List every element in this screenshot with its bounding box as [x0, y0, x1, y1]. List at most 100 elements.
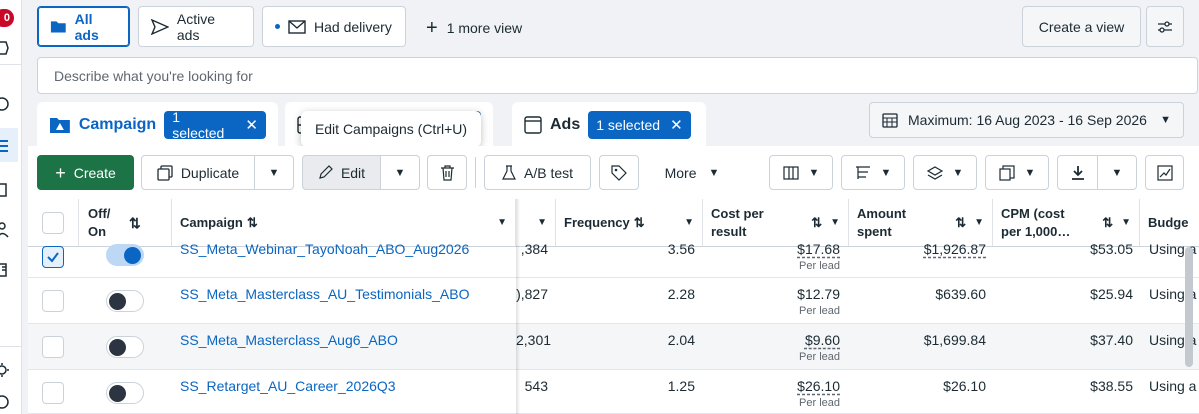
delete-button[interactable] — [427, 155, 467, 190]
date-range-picker[interactable]: Maximum: 16 Aug 2023 - 16 Sep 2026 ▼ — [869, 102, 1184, 138]
more-button[interactable]: More ▼ — [647, 157, 737, 188]
sort-icon[interactable]: ⇅ — [129, 214, 141, 232]
row-toggle[interactable] — [106, 244, 144, 266]
caret-down-icon[interactable]: ▼ — [537, 214, 547, 232]
sort-icon[interactable]: ⇅ — [1102, 214, 1113, 232]
layers-button[interactable]: ▼ — [913, 155, 977, 190]
sort-icon[interactable]: ⇅ — [634, 214, 645, 232]
frozen-column-shadow — [516, 199, 520, 414]
row-checkbox[interactable] — [42, 336, 64, 358]
caret-down-icon[interactable]: ▼ — [497, 214, 507, 232]
view-tab-all-ads[interactable]: All ads — [37, 6, 130, 47]
caret-down-icon[interactable]: ▼ — [1121, 214, 1131, 232]
header-frequency[interactable]: Frequency ⇅ ▼ — [556, 199, 703, 247]
tab-ads[interactable]: Ads 1 selected ✕ — [512, 102, 706, 148]
row-toggle[interactable] — [106, 382, 144, 404]
account-icon[interactable] — [0, 96, 10, 112]
campaign-name-link[interactable]: SS_Meta_Webinar_TayoNoah_ABO_Aug2026 — [180, 241, 469, 257]
header-cpm[interactable]: CPM (cost per 1,000… ⇅ ▼ — [993, 199, 1140, 247]
view-settings-button[interactable] — [1146, 6, 1184, 47]
checkmark-icon — [47, 252, 59, 263]
row-toggle[interactable] — [106, 336, 144, 358]
settings-panel-icon[interactable] — [0, 262, 10, 278]
table-row[interactable]: SS_Meta_Masterclass_AU_Testimonials_ABO … — [28, 278, 1199, 324]
edit-dropdown[interactable]: ▼ — [380, 155, 420, 190]
create-button[interactable]: + Create — [37, 155, 134, 190]
header-results[interactable]: ▼ — [516, 199, 556, 247]
document-icon[interactable] — [0, 182, 10, 198]
list-icon[interactable] — [0, 138, 10, 154]
charts-button[interactable] — [1145, 155, 1184, 190]
trash-icon — [440, 164, 454, 181]
search-input[interactable]: Describe what you're looking for — [37, 57, 1198, 94]
header-select-all[interactable] — [28, 199, 79, 247]
ab-test-button[interactable]: A/B test — [484, 155, 591, 190]
duplicate-dropdown[interactable]: ▼ — [254, 155, 294, 190]
pencil-icon — [319, 165, 333, 179]
help-icon[interactable] — [0, 394, 10, 410]
row-checkbox[interactable] — [42, 246, 64, 268]
table-row[interactable]: SS_Meta_Masterclass_Aug6_ABO 2,301 2.04 … — [28, 324, 1199, 370]
create-view-button[interactable]: Create a view — [1022, 6, 1141, 47]
header-cost-label: Cost per result — [711, 205, 764, 241]
edit-button[interactable]: Edit — [302, 155, 381, 190]
cost-sub-cell: Per lead — [799, 305, 840, 317]
select-all-checkbox[interactable] — [42, 212, 64, 234]
gear-icon[interactable] — [0, 362, 10, 378]
ads-selected-pill[interactable]: 1 selected ✕ — [588, 111, 691, 139]
caret-down-icon[interactable]: ▼ — [830, 214, 840, 232]
campaign-name-link[interactable]: SS_Retarget_AU_Career_2026Q3 — [180, 378, 396, 394]
caret-down-icon: ▼ — [952, 166, 964, 179]
export-button[interactable] — [1057, 155, 1098, 190]
table-row[interactable]: SS_Retarget_AU_Career_2026Q3 543 1.25 $2… — [28, 370, 1199, 414]
caret-down-icon: ▼ — [1111, 166, 1123, 179]
more-views-button[interactable]: + 1 more view — [426, 18, 522, 38]
notification-badge: 0 — [0, 9, 14, 27]
tab-campaigns[interactable]: Campaign 1 selected ✕ — [37, 102, 278, 148]
reports-button[interactable]: ▼ — [985, 155, 1049, 190]
view-tab-had-delivery[interactable]: Had delivery — [262, 6, 406, 47]
sort-icon[interactable]: ⇅ — [955, 214, 966, 232]
frequency-cell: 1.25 — [667, 378, 695, 394]
header-amount-spent[interactable]: Amount spent ⇅ ▼ — [849, 199, 993, 247]
campaigns-selected-pill[interactable]: 1 selected ✕ — [164, 109, 266, 141]
header-campaign[interactable]: Campaign ⇅ ▼ — [172, 199, 516, 247]
breakdown-button[interactable]: ▼ — [841, 155, 905, 190]
view-tab-active-ads-label: Active ads — [176, 10, 215, 43]
more-label: More — [664, 164, 697, 181]
tag-button[interactable] — [599, 155, 639, 190]
export-dropdown[interactable]: ▼ — [1097, 155, 1137, 190]
table-row[interactable]: SS_Meta_Webinar_TayoNoah_ABO_Aug2026 ,38… — [28, 241, 1199, 278]
header-cost-line1: Cost per — [711, 205, 764, 221]
audience-icon[interactable] — [0, 222, 10, 238]
header-cpm-line2: per 1,000… — [1001, 223, 1071, 239]
header-cost-per-result[interactable]: Cost per result ⇅ ▼ — [703, 199, 849, 247]
view-tab-active-ads[interactable]: Active ads — [138, 6, 254, 47]
cost-cell: $26.10 — [797, 378, 840, 394]
row-checkbox[interactable] — [42, 382, 64, 404]
rail-divider — [0, 64, 22, 65]
header-off-on[interactable]: Off/ On ⇅ — [79, 199, 172, 247]
columns-button[interactable]: ▼ — [769, 155, 833, 190]
campaign-name-link[interactable]: SS_Meta_Masterclass_Aug6_ABO — [180, 332, 398, 348]
report-icon — [998, 164, 1015, 181]
header-frequency-label: Frequency — [564, 214, 630, 230]
header-off-on-line2: On — [88, 223, 107, 239]
caret-down-icon[interactable]: ▼ — [684, 214, 694, 232]
vertical-scrollbar[interactable] — [1185, 247, 1193, 367]
caret-down-icon[interactable]: ▼ — [974, 214, 984, 232]
sort-icon[interactable]: ⇅ — [811, 214, 822, 232]
notification-icon[interactable] — [0, 40, 10, 56]
sort-icon[interactable]: ⇅ — [247, 214, 258, 232]
row-checkbox[interactable] — [42, 290, 64, 312]
header-amount-line1: Amount — [857, 205, 907, 221]
duplicate-button[interactable]: Duplicate — [141, 155, 255, 190]
header-budget[interactable]: Budge — [1140, 199, 1199, 247]
campaign-name-link[interactable]: SS_Meta_Masterclass_AU_Testimonials_ABO — [180, 286, 469, 302]
close-icon[interactable]: ✕ — [670, 116, 683, 134]
row-toggle[interactable] — [106, 290, 144, 312]
header-budget-label: Budge — [1148, 214, 1189, 230]
close-icon[interactable]: ✕ — [245, 116, 258, 134]
download-icon — [1071, 165, 1084, 180]
sliders-icon — [1158, 20, 1172, 33]
